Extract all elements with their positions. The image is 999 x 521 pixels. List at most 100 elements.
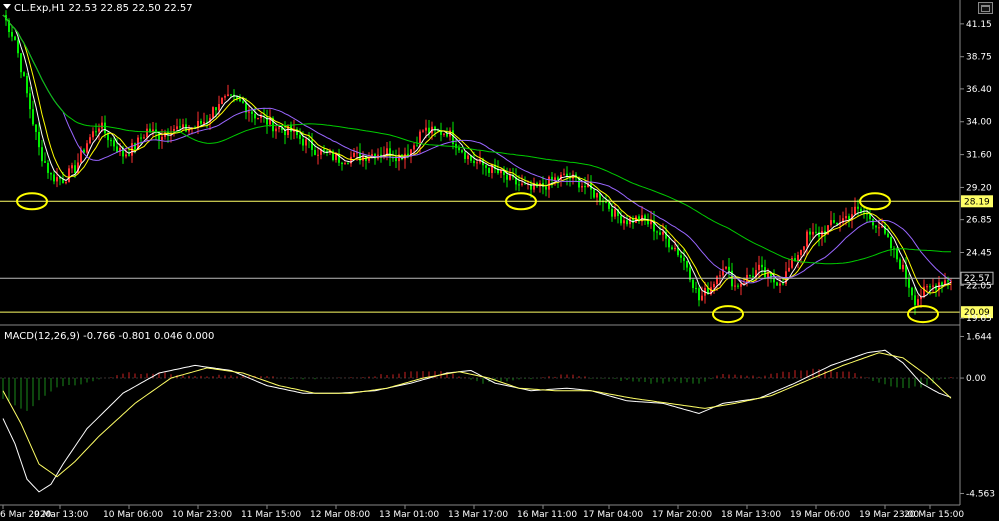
candle-body xyxy=(143,137,145,139)
candle-body xyxy=(626,220,628,225)
candle-body xyxy=(812,231,814,235)
candle-body xyxy=(611,208,613,217)
candle-body xyxy=(875,225,877,228)
candle-body xyxy=(797,254,799,262)
candle-body xyxy=(113,140,115,147)
candle-body xyxy=(467,155,469,160)
candle-body xyxy=(140,137,142,139)
time-tick-label: 10 Mar 06:00 xyxy=(103,510,163,520)
candle-body xyxy=(305,139,307,146)
candle-body xyxy=(473,160,475,163)
candle-body xyxy=(806,231,808,247)
candle-body xyxy=(89,137,91,144)
candle-body xyxy=(299,135,301,139)
candle-body xyxy=(548,176,550,190)
candle-body xyxy=(761,264,763,268)
time-tick-label: 13 Mar 17:00 xyxy=(448,510,508,520)
time-tick-label: 18 Mar 13:00 xyxy=(721,510,781,520)
candle-body xyxy=(347,163,349,165)
candle-body xyxy=(242,101,244,104)
candle-body xyxy=(386,148,388,155)
maximize-window-button[interactable] xyxy=(978,2,993,14)
candle-body xyxy=(623,220,625,224)
candle-body xyxy=(224,96,226,98)
time-axis-ticks: 6 Mar 20209 Mar 13:00 10 Mar 06:00 10 Mar … xyxy=(0,505,964,520)
candle-body xyxy=(32,109,34,125)
candle-body xyxy=(749,274,751,276)
level-label-resistance: 28.19 xyxy=(964,197,990,207)
candle-body xyxy=(35,124,37,132)
candle-body xyxy=(659,232,661,235)
candle-body xyxy=(914,295,916,306)
time-tick-label: 20 Mar 15:00 xyxy=(904,510,964,520)
candle-body xyxy=(314,149,316,155)
symbol-header: CL.Exp,H1 22.53 22.85 22.50 22.57 xyxy=(14,3,193,14)
candle-body xyxy=(116,146,118,153)
candle-body xyxy=(203,121,205,124)
candle-body xyxy=(218,104,220,111)
price-chart[interactable]: 28.1922.5720.09 41.1538.7536.4034.0031.6… xyxy=(0,0,999,521)
candle-body xyxy=(896,248,898,260)
candle-body xyxy=(890,236,892,249)
candle-body xyxy=(671,247,673,250)
candle-body xyxy=(701,295,703,301)
candle-body xyxy=(458,147,460,151)
macd-tick-label: 0.00 xyxy=(966,374,986,384)
candle-body xyxy=(947,280,949,282)
candle-body xyxy=(902,264,904,270)
candle-body xyxy=(764,267,766,278)
macd-group xyxy=(0,349,960,493)
candle-body xyxy=(848,216,850,220)
candle-body xyxy=(179,126,181,128)
candle-body xyxy=(125,154,127,157)
candle-body xyxy=(248,111,250,113)
candle-body xyxy=(275,128,277,132)
candle-body xyxy=(788,267,790,272)
candle-body xyxy=(341,162,343,165)
candle-body xyxy=(758,264,760,271)
price-tick-label: 36.40 xyxy=(966,85,992,95)
candle-body xyxy=(146,128,148,138)
price-tick-label: 29.20 xyxy=(966,183,992,193)
candle-body xyxy=(215,107,217,111)
candle-body xyxy=(14,36,16,41)
candle-body xyxy=(413,145,415,150)
candle-body xyxy=(29,93,31,110)
candle-body xyxy=(554,177,556,181)
candle-body xyxy=(506,174,508,180)
candle-body xyxy=(323,149,325,151)
candle-body xyxy=(563,173,565,175)
candle-body xyxy=(92,131,94,138)
candle-body xyxy=(713,283,715,288)
candle-body xyxy=(26,76,28,94)
candle-body xyxy=(818,232,820,237)
candle-body xyxy=(395,158,397,162)
candle-body xyxy=(584,185,586,188)
candle-body xyxy=(86,143,88,153)
candle-body xyxy=(443,133,445,135)
macd-tick-label: -4.563 xyxy=(966,489,995,499)
candle-body xyxy=(800,249,802,255)
candle-body xyxy=(716,276,718,284)
macd-tick-label: 1.644 xyxy=(966,332,992,342)
candle-body xyxy=(20,53,22,73)
candle-body xyxy=(929,286,931,288)
candle-body xyxy=(518,184,520,186)
time-tick-label: 11 Mar 15:00 xyxy=(241,510,301,520)
candle-body xyxy=(461,150,463,153)
candle-body xyxy=(782,283,784,285)
candle-body xyxy=(692,279,694,289)
price-tick-label: 19.65 xyxy=(966,314,992,324)
candle-body xyxy=(596,192,598,198)
macd-signal-line xyxy=(2,352,952,478)
candle-body xyxy=(509,174,511,180)
candle-body xyxy=(80,149,82,163)
time-tick-label: 19 Mar 06:00 xyxy=(790,510,850,520)
candle-body xyxy=(923,286,925,297)
candle-body xyxy=(917,299,919,306)
candle-body xyxy=(926,286,928,288)
candle-body xyxy=(614,209,616,217)
candle-body xyxy=(161,136,163,140)
candle-body xyxy=(446,133,448,137)
candle-body xyxy=(317,154,319,156)
